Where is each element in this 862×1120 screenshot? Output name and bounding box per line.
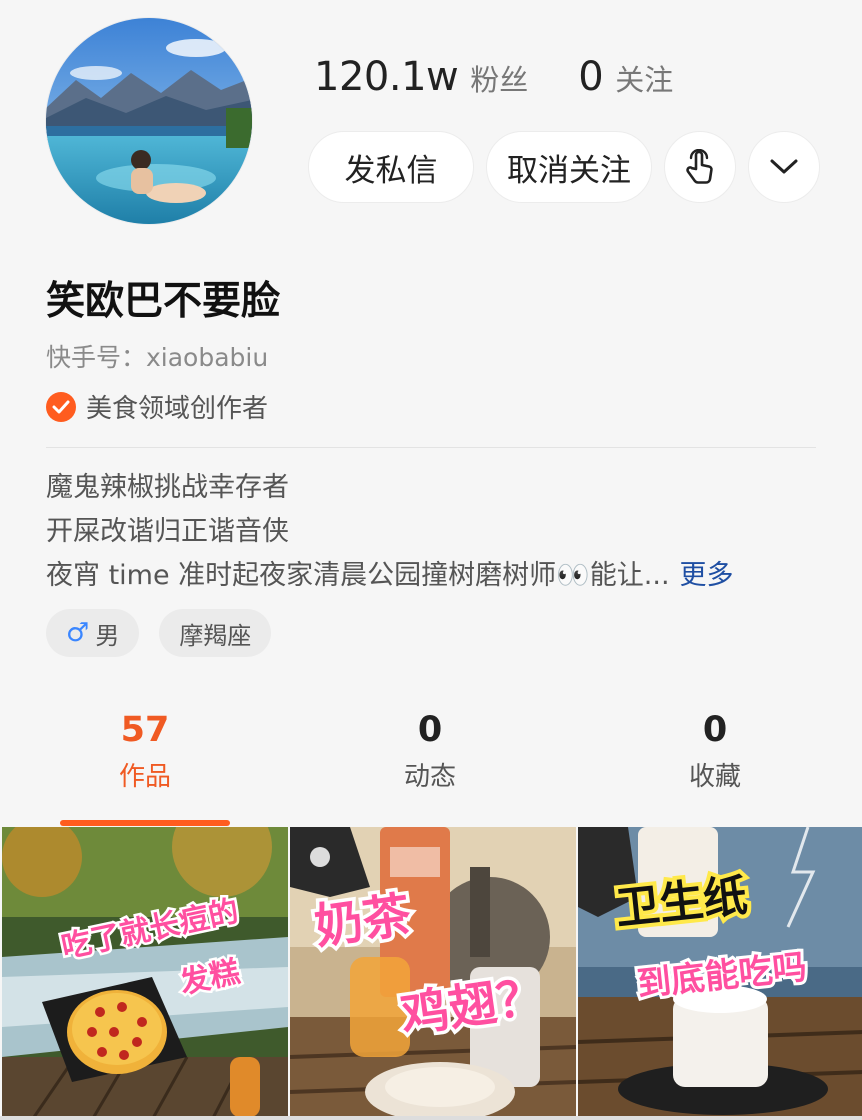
- chevron-down-icon: [770, 159, 798, 174]
- content-tabs: 57 作品 0 动态 0 收藏: [0, 710, 862, 828]
- avatar[interactable]: [46, 18, 252, 224]
- bio-more-link[interactable]: 更多: [680, 560, 734, 591]
- video-grid: 吃了就长痘的 发糕 奶茶 鸡翅？ 卫生纸 到底能吃吗: [0, 827, 862, 1120]
- tab-favorites[interactable]: 0 收藏: [615, 710, 815, 793]
- touch-hand-icon: [686, 149, 713, 184]
- next-row-edge: [0, 1116, 862, 1120]
- tab-works-count: 57: [120, 710, 170, 750]
- active-tab-indicator: [60, 820, 230, 826]
- fans-count[interactable]: 120.1w: [314, 54, 459, 100]
- bio-line-1: 魔鬼辣椒挑战幸存者: [46, 472, 289, 503]
- profile-name: 笑欧巴不要脸: [46, 279, 281, 324]
- video-thumbnail[interactable]: 吃了就长痘的 发糕: [2, 827, 288, 1120]
- touch-button[interactable]: [664, 131, 736, 203]
- bio: 魔鬼辣椒挑战幸存者 开屎改谐归正谐音侠 夜宵 time 准时起夜家清晨公园撞树磨…: [46, 466, 816, 598]
- bio-line-3: 夜宵 time 准时起夜家清晨公园撞树磨树师👀能让... 更多: [46, 554, 816, 598]
- tab-favorites-label: 收藏: [688, 762, 741, 792]
- tab-moments[interactable]: 0 动态: [330, 710, 530, 793]
- tab-favorites-count: 0: [702, 710, 728, 750]
- bio-line-2: 开屎改谐归正谐音侠: [46, 516, 289, 547]
- video-thumbnail[interactable]: 卫生纸 到底能吃吗: [578, 827, 862, 1120]
- bio-line-3-text: 夜宵 time 准时起夜家清晨公园撞树磨树师👀能让...: [46, 560, 670, 591]
- certification-label: 美食领域创作者: [86, 394, 269, 424]
- profile-actions: 发私信 取消关注: [308, 131, 820, 203]
- kuaishou-id[interactable]: 快手号：xiaobabiu: [46, 338, 268, 374]
- gender-tag: ♂ 男: [46, 609, 140, 657]
- gender-label: 男: [95, 621, 120, 650]
- following-label[interactable]: 关注: [615, 57, 673, 99]
- more-options-button[interactable]: [748, 131, 820, 203]
- profile-page: 120.1w 粉丝 0 关注 发私信 取消关注 笑欧巴不要脸 快手号：xiaob…: [0, 0, 862, 1120]
- tab-works-label: 作品: [118, 762, 171, 792]
- profile-stats: 120.1w 粉丝 0 关注: [314, 54, 673, 100]
- following-count[interactable]: 0: [578, 54, 603, 100]
- divider: [46, 447, 816, 448]
- send-message-button[interactable]: 发私信: [308, 131, 474, 203]
- profile-tags: ♂ 男 摩羯座: [46, 609, 291, 657]
- tab-moments-count: 0: [417, 710, 443, 750]
- video-thumbnail[interactable]: 奶茶 鸡翅？: [290, 827, 576, 1120]
- zodiac-tag: 摩羯座: [159, 609, 272, 657]
- unfollow-button[interactable]: 取消关注: [486, 131, 652, 203]
- certification[interactable]: 美食领域创作者: [46, 388, 268, 425]
- verified-check-icon: [46, 391, 76, 422]
- fans-label[interactable]: 粉丝: [470, 57, 528, 99]
- tab-works[interactable]: 57 作品: [45, 710, 245, 793]
- tab-moments-label: 动态: [403, 762, 456, 792]
- male-icon: ♂: [66, 618, 90, 648]
